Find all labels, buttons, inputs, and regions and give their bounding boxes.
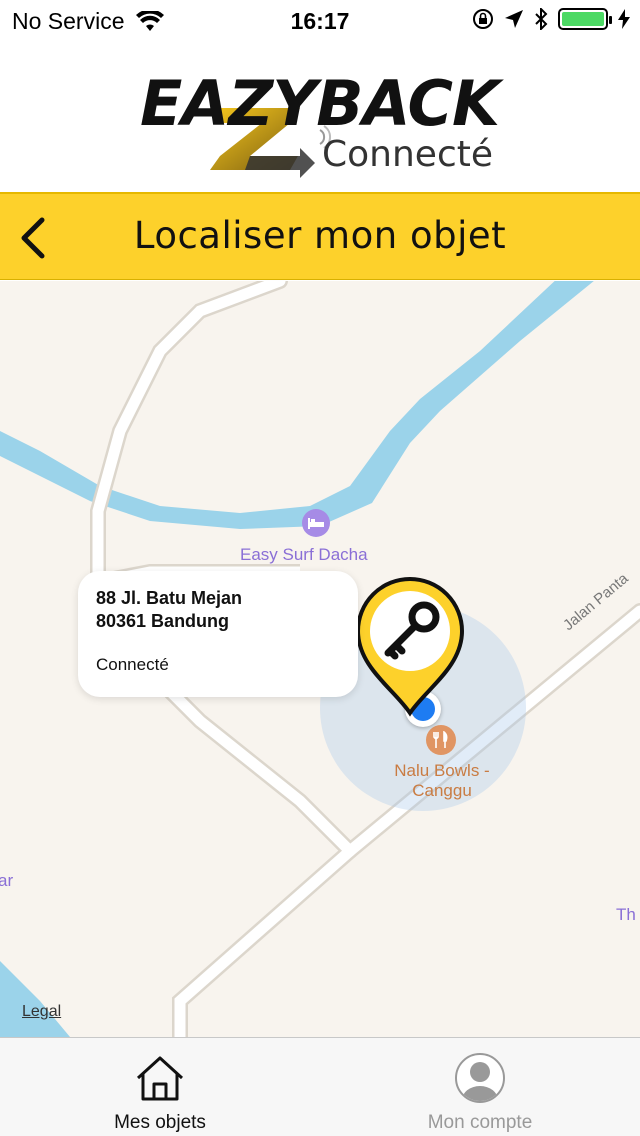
status-bar: No Service 16:17 (0, 0, 640, 40)
tab-icon-wrap (134, 1052, 186, 1104)
bluetooth-icon (535, 8, 548, 30)
tab-icon-wrap (454, 1052, 506, 1104)
title-bar: Localiser mon objet (0, 192, 640, 280)
object-location-marker[interactable] (354, 577, 466, 717)
battery-icon (558, 8, 612, 30)
edge-label-left: ar (0, 871, 14, 890)
tab-mon-compte[interactable]: Mon compte (320, 1038, 640, 1136)
eazyback-logo: EAZYBACK Connecté (140, 68, 520, 188)
battery-cap (609, 16, 612, 24)
location-arrow-icon (505, 10, 523, 28)
legal-link[interactable]: Legal (22, 1003, 61, 1021)
hotel-icon[interactable] (302, 509, 330, 537)
bed-icon (308, 518, 324, 529)
app-header: EAZYBACK Connecté (0, 40, 640, 190)
user-avatar-icon (455, 1053, 505, 1103)
callout-address-line1: 88 Jl. Batu Mejan (96, 588, 243, 608)
restaurant-icon[interactable] (426, 725, 456, 755)
logo-subtitle: Connecté (322, 134, 493, 175)
tab-bar: Mes objets Mon compte (0, 1037, 640, 1136)
tab-mes-objets[interactable]: Mes objets (0, 1038, 320, 1136)
tab-label-mes-objets: Mes objets (114, 1112, 206, 1133)
tab-label-mon-compte: Mon compte (427, 1112, 533, 1133)
poi-label-nalu-bowls[interactable]: Nalu Bowls - Canggu (372, 761, 512, 801)
location-callout[interactable]: 88 Jl. Batu Mejan 80361 Bandung Connecté (78, 571, 358, 697)
poi-label-nalu-text: Nalu Bowls - Canggu (394, 761, 490, 800)
page-title: Localiser mon objet (133, 214, 507, 257)
battery-fill (562, 12, 604, 26)
charging-bolt-icon (618, 9, 630, 29)
callout-address-line2: 80361 Bandung (96, 611, 230, 631)
fork-knife-icon (433, 731, 448, 748)
poi-label-easy-surf[interactable]: Easy Surf Dacha (240, 545, 368, 565)
callout-status: Connecté (96, 655, 169, 674)
edge-label-right: Th (616, 905, 636, 924)
screen: No Service 16:17 EAZYBACK Connecté Local… (0, 0, 640, 1136)
map-view[interactable]: Easy Surf Dacha Nalu Bowls - Canggu Jalan… (0, 281, 640, 1037)
orientation-lock-icon (473, 9, 493, 29)
logo-wordmark: EAZYBACK (140, 67, 500, 140)
status-right (472, 8, 630, 30)
home-icon (136, 1056, 184, 1101)
